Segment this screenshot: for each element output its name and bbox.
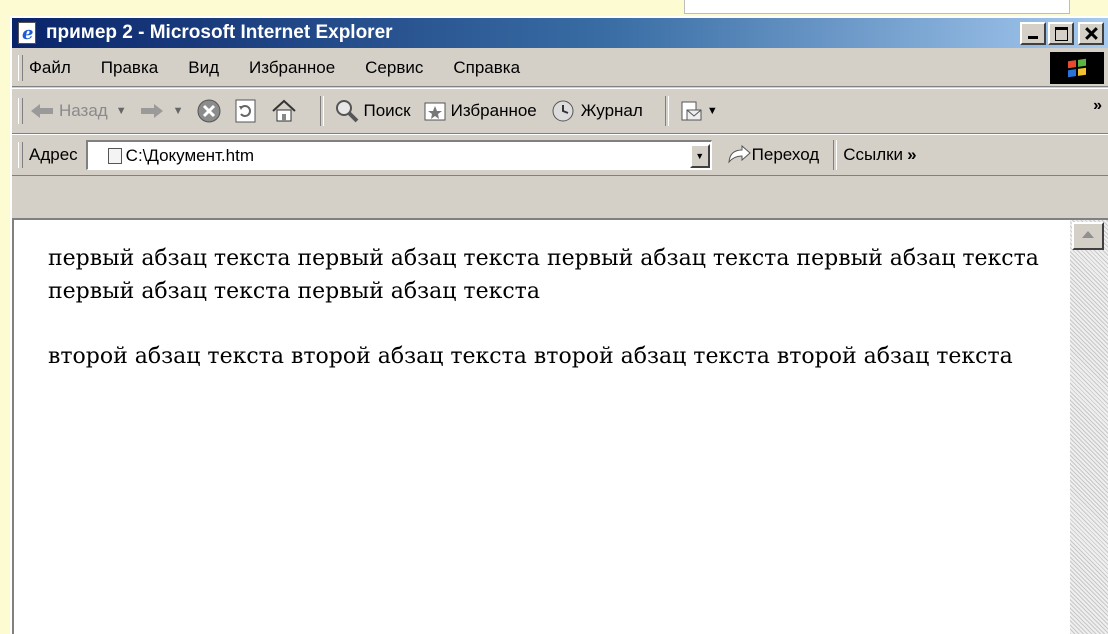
address-bar: Адрес C:\Документ.htm ▼ Переход Ссылки » <box>12 134 1108 176</box>
forward-dropdown-icon[interactable]: ▼ <box>173 105 184 117</box>
title-bar[interactable]: e пример 2 - Microsoft Internet Explorer <box>12 18 1108 48</box>
minimize-button[interactable] <box>1020 21 1046 45</box>
paragraph-1: первый абзац текста первый абзац текста … <box>48 246 1039 304</box>
address-bar-grip[interactable] <box>18 142 23 168</box>
paragraph-2: второй абзац текста второй абзац текста … <box>48 344 1013 369</box>
home-button[interactable] <box>270 98 298 124</box>
back-label: Назад <box>59 101 108 120</box>
links-label: Ссылки <box>843 145 904 164</box>
windows-logo-icon <box>1050 52 1104 84</box>
toolbar-separator <box>664 96 669 126</box>
refresh-icon <box>235 99 255 123</box>
background-frame <box>684 0 1070 14</box>
go-button[interactable]: Переход <box>726 144 820 166</box>
mail-button[interactable]: ▼ <box>679 99 718 123</box>
favorites-icon <box>424 102 446 121</box>
close-button[interactable] <box>1078 21 1104 45</box>
ie-logo-icon: e <box>16 21 40 45</box>
mail-icon <box>681 101 702 121</box>
history-label: Журнал <box>580 101 643 120</box>
address-label: Адрес <box>29 145 78 164</box>
menu-view[interactable]: Вид <box>188 58 219 78</box>
browser-window: e пример 2 - Microsoft Internet Explorer… <box>10 16 1108 634</box>
menu-bar-grip[interactable] <box>18 55 23 81</box>
search-icon <box>335 100 358 123</box>
history-icon <box>552 100 574 122</box>
links-button[interactable]: Ссылки » <box>843 145 916 165</box>
menu-tools[interactable]: Сервис <box>365 58 423 78</box>
back-dropdown-icon[interactable]: ▼ <box>116 105 127 117</box>
stop-icon <box>197 99 220 123</box>
address-value[interactable]: C:\Документ.htm <box>126 146 690 166</box>
forward-button[interactable]: ▼ <box>139 102 184 120</box>
history-button[interactable]: Журнал <box>549 98 643 124</box>
toolbar-more-icon[interactable]: » <box>1093 97 1102 115</box>
back-arrow-icon <box>31 104 53 118</box>
menu-favorites[interactable]: Избранное <box>249 58 335 78</box>
go-label: Переход <box>751 145 820 164</box>
page-icon <box>107 147 122 164</box>
search-label: Поиск <box>363 101 411 120</box>
back-button[interactable]: Назад ▼ <box>29 101 127 121</box>
refresh-button[interactable] <box>234 98 258 124</box>
address-input[interactable]: C:\Документ.htm ▼ <box>85 140 712 170</box>
stop-button[interactable] <box>196 98 222 124</box>
toolbar-grip[interactable] <box>18 98 23 124</box>
page-content[interactable]: первый абзац текста первый абзац текста … <box>12 218 1072 634</box>
search-button[interactable]: Поиск <box>334 98 411 124</box>
standard-toolbar: Назад ▼ ▼ Поиск Избранное Журнал ▼ » <box>12 88 1108 134</box>
menu-file[interactable]: Файл <box>29 58 71 78</box>
address-dropdown-button[interactable]: ▼ <box>689 143 710 168</box>
favorites-button[interactable]: Избранное <box>423 100 537 122</box>
mail-dropdown-icon[interactable]: ▼ <box>707 105 718 117</box>
maximize-button[interactable] <box>1048 21 1074 45</box>
vertical-scrollbar[interactable] <box>1070 218 1108 634</box>
menu-edit[interactable]: Правка <box>101 58 158 78</box>
menu-help[interactable]: Справка <box>453 58 520 78</box>
forward-arrow-icon <box>140 104 163 118</box>
window-title: пример 2 - Microsoft Internet Explorer <box>46 22 393 43</box>
home-icon <box>271 99 296 122</box>
favorites-label: Избранное <box>450 101 537 120</box>
scroll-up-button[interactable] <box>1072 222 1104 250</box>
toolbar-separator <box>319 96 324 126</box>
go-arrow-icon <box>728 144 751 164</box>
menu-bar: Файл Правка Вид Избранное Сервис Справка <box>12 50 1108 87</box>
links-separator <box>833 140 838 170</box>
links-more-icon[interactable]: » <box>907 145 916 165</box>
